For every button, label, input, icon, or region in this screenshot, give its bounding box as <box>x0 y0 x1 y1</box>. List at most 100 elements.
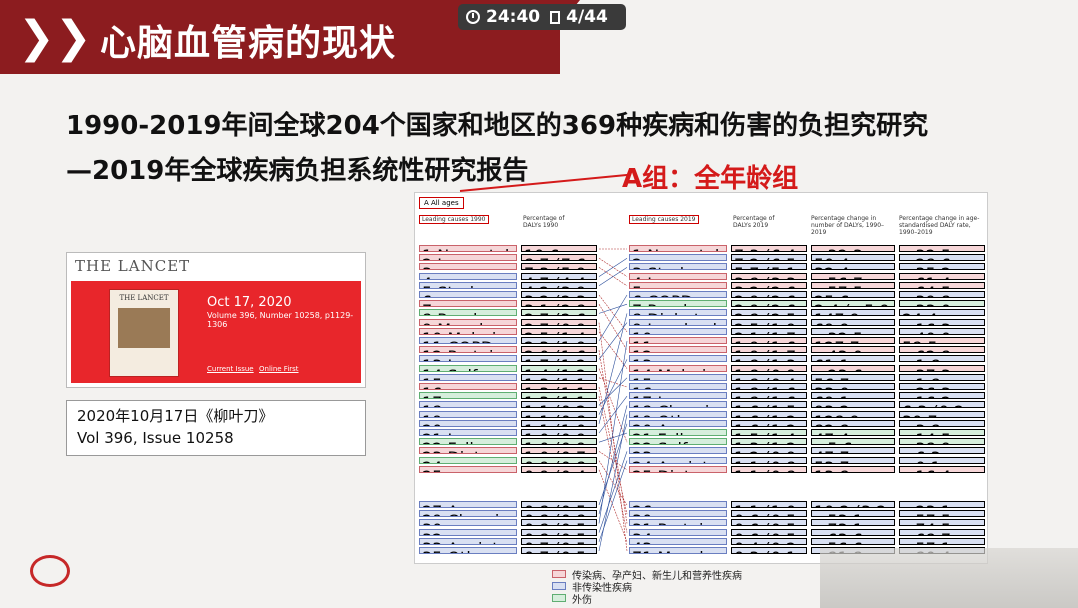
change-number: 69·1 (53·1 to 85·4) <box>811 392 895 400</box>
legend-item: 外伤 <box>552 592 742 606</box>
cause-1990: 8 Road injuries <box>419 309 517 317</box>
change-rate: −68·7 (−71·9 to −62·8) <box>899 528 985 536</box>
pct-1990: 1·7 (1·2 to 2·1) <box>521 355 597 363</box>
change-number: 47·4 (31·5 to 61·0) <box>811 429 895 436</box>
change-rate: 24·4 (18·5 to 29·7) <box>899 309 985 317</box>
change-number: −43·0 (−47·2 to −33·5) <box>811 346 895 354</box>
pct-2019: 2·1 (1·7 to 2·6) <box>731 327 807 335</box>
page-counter: 4/44 <box>566 7 608 27</box>
pct-1990: 0·8 (0·8 to 0·9) <box>521 510 597 518</box>
cause-2019: 1 Neonatal disorders <box>629 245 727 252</box>
change-number: 56·7 (52·3 to 60·8) <box>811 373 895 381</box>
cause-2019: 30 Meningitis <box>629 510 727 518</box>
cause-2019: 34 Drowning <box>629 528 727 536</box>
cause-1990: 16 Meningitis <box>419 383 517 390</box>
clock-icon <box>466 10 480 24</box>
rank-link <box>598 322 628 360</box>
current-issue-link[interactable]: Current Issue <box>207 365 254 373</box>
cause-1990: 23 Dietary iron deficiency <box>419 447 517 455</box>
change-number: 93·2 (81·0 to 105·0) <box>811 401 895 409</box>
cause-2019: 5 Diarrhoeal diseases <box>629 281 727 289</box>
pct-1990: 0·7 (0·5 to 1·0) <box>521 537 597 545</box>
change-number: −56·7 (−60·2 to −52·5) <box>811 272 895 280</box>
change-rate: −38·9 (−44·0 to −33·0) <box>899 438 985 446</box>
change-number: 61·1 (56·9 to 65·0) <box>811 355 895 363</box>
online-first-link[interactable]: Online First <box>259 365 299 373</box>
legend-swatch <box>552 570 566 578</box>
change-rate: −35·2 (−40·5 to −30·5) <box>899 263 985 271</box>
change-number: 147·9 (135·9 to 158·9) <box>811 309 895 317</box>
cause-2019: 3 Stroke <box>629 263 727 271</box>
change-rate: −57·5 (−64·4 to −48·6) <box>899 510 985 518</box>
lancet-masthead: THE LANCET <box>75 257 191 275</box>
pct-2019: 5·7 (5·1 to 6·2) <box>731 263 807 271</box>
change-rate: −3·8 (−7·4 to −0·1) <box>899 419 985 427</box>
pct-2019: 0·4 (0·2 to 0·7) <box>731 537 807 545</box>
pct-1990: 0·9 (0·8 to 1·0) <box>521 456 597 464</box>
cause-1990: 2 Lower respiratory infections <box>419 254 517 262</box>
change-rate: −14·5 (−22·5 to −7·4) <box>899 429 985 436</box>
change-rate: −61·4 (−64·3 to −57·4) <box>899 272 985 280</box>
cause-1990: 1 Neonatal disorders <box>419 245 517 252</box>
cause-2019: 43 Whooping cough <box>629 537 727 545</box>
change-number: 53·7 (48·0 to 57·3) <box>811 456 895 464</box>
pct-2019: 1·8 (0·9 to 3·1) <box>731 364 807 372</box>
change-number: 13·8 (10·0 to 17·2) <box>811 465 895 473</box>
cause-1990: 22 Falls <box>419 438 517 446</box>
cause-2019: 18 Chronic kidney disease <box>629 401 727 409</box>
cause-2019: 11 HIV/AIDS <box>629 337 727 344</box>
cause-1990: 11 COPD <box>419 337 517 344</box>
pct-1990: 4·7 (4·4 to 5·0) <box>521 272 597 280</box>
cause-1990: 13 Low back pain <box>419 355 517 363</box>
change-number: −56·6 (−74·6 to −16·9) <box>811 537 895 545</box>
pct-1990: 2·7 (2·6 to 3·0) <box>521 309 597 317</box>
issue-date: Oct 17, 2020 <box>207 295 292 310</box>
pct-2019: 2·9 (2·6 to 3·0) <box>731 300 807 308</box>
daly-table-figure: A All ages Leading causes 1990 Percentag… <box>414 192 988 564</box>
cause-1990: 19 Depressive disorders <box>419 410 517 418</box>
cause-2019: 19 Other musculoskeletal <box>629 410 727 418</box>
cause-2019: 16 Cirrhosis <box>629 383 727 390</box>
change-rate: −1·8 (−2·8 to −0·8) <box>899 373 985 381</box>
pct-2019: 1·1 (0·8 to 1·6) <box>731 456 807 464</box>
pct-2019: 0·6 (0·5 to 0·7) <box>731 510 807 518</box>
lancet-cover-band: THE LANCET Oct 17, 2020 Volume 396, Numb… <box>71 281 361 383</box>
rank-link <box>598 304 628 351</box>
change-number: 32·4 (22·0 to 42·2) <box>811 263 895 271</box>
pct-2019: 1·6 (1·2 to 2·1) <box>731 419 807 427</box>
cause-1990: 10 Malaria <box>419 327 517 335</box>
elapsed-time: 24:40 <box>486 7 541 27</box>
pct-2019: 2·8 (2·5 to 3·1) <box>731 309 807 317</box>
pct-2019: 1·1 (1·0 to 1·2) <box>731 501 807 508</box>
pct-1990: 0·8 (0·5 to 1·0) <box>521 528 597 536</box>
pct-1990: 1·3 (1·1 to 1·5) <box>521 383 597 390</box>
university-logo <box>30 555 70 587</box>
cause-1990: 33 Anxiety disorders <box>419 537 517 545</box>
cause-1990: 32 Gynaecological diseases <box>419 528 517 536</box>
headline-line2: —2019年全球疾病负担系统性研究报告 <box>66 156 529 186</box>
pct-2019: 1·9 (1·6 to 2·2) <box>731 337 807 344</box>
change-rate: −64·5 (−71·7 to −54·2) <box>899 281 985 289</box>
page-icon <box>550 10 561 24</box>
cause-2019: 8 Diabetes <box>629 309 727 317</box>
change-rate: −62·8 (−66·6 to −58·0) <box>899 346 985 354</box>
cause-1990: 24 Interpersonal violence <box>419 456 517 464</box>
pct-2019: 3·8 (3·3 to 4·3) <box>731 272 807 280</box>
pct-2019: 1·6 (1·5 to 1·8) <box>731 401 807 409</box>
pct-1990: 4·2 (3·9 to 4·5) <box>521 281 597 289</box>
pct-2019: 1·1 (0·8 to 1·5) <box>731 465 807 473</box>
rank-link <box>598 396 628 434</box>
change-rate: −32·5 (−42·1 to −21·2) <box>899 245 985 252</box>
pct-2019: 3·2 (2·6 to 4·0) <box>731 281 807 289</box>
cause-1990: 12 Protein-energy malnutrition <box>419 346 517 354</box>
change-number: −73·1 (−79·6 to −59·7) <box>811 519 895 527</box>
change-number: −32·5 (−51·6 to −13·8) <box>811 327 895 335</box>
cause-2019: 13 Depressive disorders <box>629 355 727 363</box>
pct-1990: 10·6 (9·9 to 11·4) <box>521 245 597 252</box>
change-rate: −40·0 (−57·2 to −17·3) <box>899 327 985 335</box>
citation-line1: 2020年10月17日《柳叶刀》 <box>77 407 274 425</box>
cause-1990: 27 Age-related hearing loss <box>419 501 517 508</box>
cause-2019: 4 Lower respiratory infections <box>629 272 727 280</box>
cause-1990: 30 HIV/AIDS <box>419 519 517 527</box>
pct-1990: 0·8 (0·5 to 1·1) <box>521 501 597 508</box>
